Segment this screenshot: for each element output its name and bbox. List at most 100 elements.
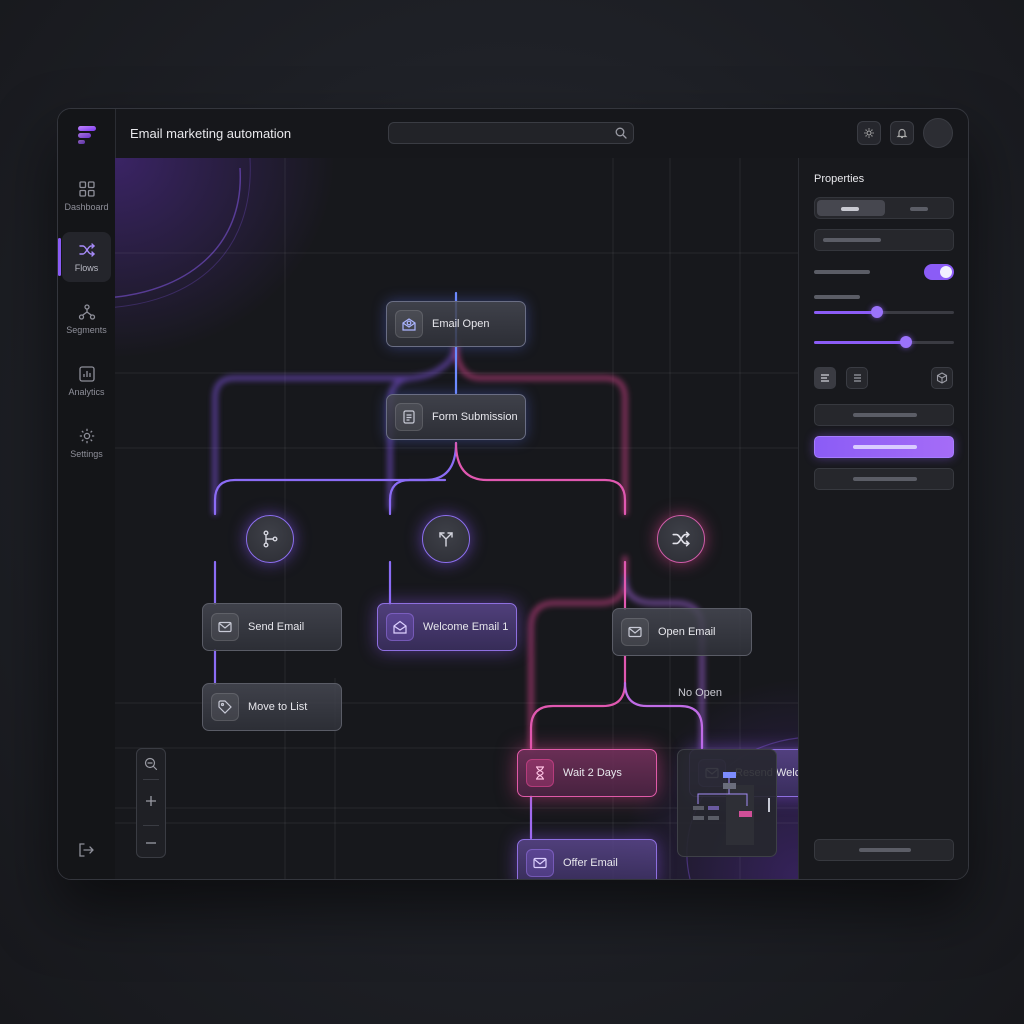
property-field[interactable] (814, 229, 954, 251)
sidebar-item-settings[interactable]: Settings (62, 418, 111, 468)
button-label-placeholder (859, 848, 911, 852)
flow-node-open-email[interactable]: Open Email (612, 608, 752, 656)
sidebar-item-label: Flows (74, 263, 99, 273)
split-node-merge[interactable] (422, 515, 470, 563)
sidebar-item-flows[interactable]: Flows (58, 232, 111, 282)
flow-canvas[interactable]: Email Open Form Submission Send Email Mo… (115, 158, 798, 879)
gear-icon (79, 428, 94, 444)
split-node-random[interactable] (657, 515, 705, 563)
git-branch-icon (263, 530, 278, 548)
hourglass-icon (526, 759, 554, 787)
zoom-fit-button[interactable] (137, 750, 165, 778)
slider-fill (814, 341, 907, 344)
gear-icon (864, 128, 874, 138)
node-label: Move to List (248, 701, 308, 713)
plus-icon (146, 796, 156, 806)
bar-chart-icon (78, 366, 95, 382)
sidebar-item-segments[interactable]: Segments (62, 294, 111, 344)
segmented-control[interactable] (814, 197, 954, 219)
shuffle-icon (78, 243, 95, 257)
zoom-out-button[interactable] (137, 829, 165, 857)
tertiary-action-button[interactable] (814, 468, 954, 490)
sidebar-item-label: Analytics (68, 387, 105, 397)
slider-label-placeholder (814, 295, 860, 299)
envelope-icon (526, 849, 554, 877)
list-button[interactable] (846, 367, 868, 389)
secondary-action-button[interactable] (814, 404, 954, 426)
list-icon (854, 374, 861, 382)
flow-node-welcome-email-1[interactable]: Welcome Email 1 (377, 603, 517, 651)
button-label-placeholder (853, 413, 917, 417)
node-label: Form Submission (432, 411, 518, 423)
app-logo (78, 126, 96, 144)
sidebar-item-dashboard[interactable]: Dashboard (62, 171, 111, 221)
minimap-preview (693, 772, 770, 845)
form-icon (395, 403, 423, 431)
settings-button[interactable] (857, 121, 881, 145)
node-label: Email Open (432, 318, 490, 330)
primary-action-button[interactable] (814, 436, 954, 458)
bell-icon (896, 128, 908, 139)
flow-node-email-open[interactable]: Email Open (386, 301, 526, 347)
toggle-label-placeholder (814, 270, 870, 274)
split-icon (439, 532, 453, 547)
flow-node-offer-email[interactable]: Offer Email (517, 839, 657, 879)
flow-node-move-to-list[interactable]: Move to List (202, 683, 342, 731)
cube-icon (936, 372, 948, 384)
node-label: Offer Email (563, 857, 618, 869)
sidebar-item-label: Segments (66, 325, 107, 335)
sidebar: Dashboard Flows Segments Analytics Setti… (58, 109, 116, 879)
page-title: Email marketing automation (130, 126, 292, 141)
component-button[interactable] (931, 367, 953, 389)
slider-fill (814, 311, 877, 314)
button-label-placeholder (853, 477, 917, 481)
flow-node-form-submission[interactable]: Form Submission (386, 394, 526, 440)
property-toggle[interactable] (924, 264, 954, 280)
envelope-icon (621, 618, 649, 646)
minimap[interactable] (677, 749, 777, 857)
node-label: Wait 2 Days (563, 767, 622, 779)
segment-label-placeholder (910, 207, 928, 211)
avatar[interactable] (923, 118, 953, 148)
property-slider-2[interactable] (814, 336, 954, 348)
flow-node-send-email[interactable]: Send Email (202, 603, 342, 651)
envelope-icon (211, 613, 239, 641)
align-left-icon (821, 374, 829, 382)
grid-icon (78, 181, 95, 197)
zoom-in-button[interactable] (137, 787, 165, 815)
sidebar-item-analytics[interactable]: Analytics (62, 356, 111, 406)
zoom-controls (136, 748, 166, 858)
topbar: Email marketing automation (115, 109, 968, 159)
app-window: Dashboard Flows Segments Analytics Setti… (57, 108, 969, 880)
zoom-search-icon (144, 757, 158, 771)
panel-title: Properties (814, 173, 865, 185)
footer-action-button[interactable] (814, 839, 954, 861)
logout-icon[interactable] (77, 841, 95, 859)
split-node-branch[interactable] (246, 515, 294, 563)
edge-label-no-open: No Open (678, 687, 723, 699)
tag-icon (211, 693, 239, 721)
align-left-button[interactable] (814, 367, 836, 389)
zoom-divider (143, 825, 159, 826)
search-input[interactable] (388, 122, 634, 144)
sidebar-item-label: Settings (70, 449, 103, 459)
node-label: Open Email (658, 626, 716, 638)
minus-icon (146, 842, 156, 844)
envelope-open-icon (395, 310, 423, 338)
network-icon (78, 304, 95, 320)
slider-thumb[interactable] (871, 306, 883, 318)
node-label: Welcome Email 1 (423, 621, 509, 633)
properties-panel: Properties (798, 158, 968, 879)
sidebar-item-label: Dashboard (64, 202, 109, 212)
node-label: Send Email (248, 621, 305, 633)
shuffle-icon (672, 531, 690, 547)
zoom-divider (143, 779, 159, 780)
segment-label-placeholder (841, 207, 859, 211)
slider-thumb[interactable] (900, 336, 913, 348)
property-slider-1[interactable] (814, 306, 954, 318)
search-icon[interactable] (615, 127, 627, 139)
field-placeholder (823, 238, 881, 242)
flow-node-wait-2-days[interactable]: Wait 2 Days (517, 749, 657, 797)
envelope-open-icon (386, 613, 414, 641)
notifications-button[interactable] (890, 121, 914, 145)
